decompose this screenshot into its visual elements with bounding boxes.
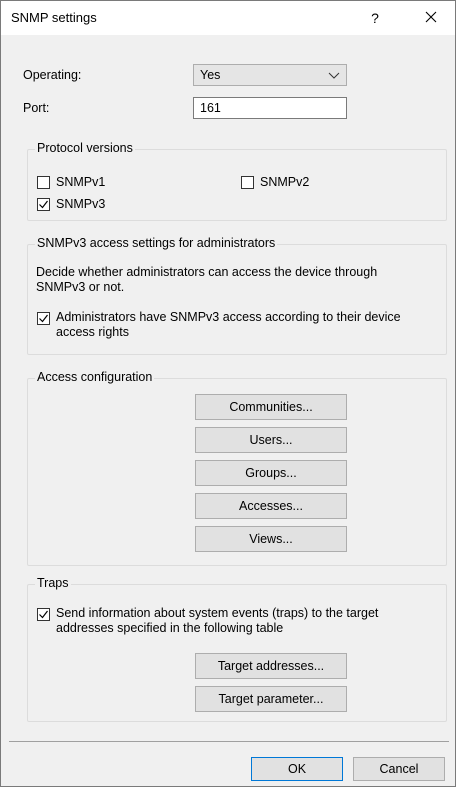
traps-checkbox-label: Send information about system events (tr… (56, 606, 379, 635)
groups-button[interactable]: Groups... (195, 460, 347, 486)
close-icon (425, 11, 437, 23)
window-title: SNMP settings (11, 10, 97, 25)
close-button[interactable] (413, 4, 449, 32)
traps-checkbox[interactable] (37, 608, 50, 621)
checkmark-icon (39, 200, 48, 209)
snmpv3-admin-title: SNMPv3 access settings for administrator… (35, 236, 278, 250)
snmp-settings-dialog: SNMP settings ? Operating: Yes Port: 161… (0, 0, 456, 787)
cancel-button[interactable]: Cancel (353, 757, 445, 781)
snmpv3-label: SNMPv3 (56, 197, 106, 211)
port-input[interactable]: 161 (193, 97, 347, 119)
snmpv3-admin-description: Decide whether administrators can access… (36, 265, 378, 294)
snmpv2-checkbox[interactable] (241, 176, 254, 189)
access-config-title: Access configuration (35, 370, 155, 384)
operating-value: Yes (200, 68, 221, 82)
snmpv1-checkbox[interactable] (37, 176, 50, 189)
checkmark-icon (39, 314, 48, 323)
accesses-button[interactable]: Accesses... (195, 493, 347, 519)
checkmark-icon (39, 610, 48, 619)
snmpv3-admin-checkbox-label: Administrators have SNMPv3 access accord… (56, 310, 401, 339)
port-label: Port: (23, 101, 50, 115)
target-parameter-button[interactable]: Target parameter... (195, 686, 347, 712)
ok-button[interactable]: OK (251, 757, 343, 781)
footer-separator (9, 741, 449, 742)
title-bar: SNMP settings ? (1, 1, 455, 35)
target-addresses-button[interactable]: Target addresses... (195, 653, 347, 679)
operating-label: Operating: (23, 68, 82, 82)
communities-button[interactable]: Communities... (195, 394, 347, 420)
protocol-versions-title: Protocol versions (35, 141, 135, 155)
operating-select[interactable]: Yes (193, 64, 347, 86)
chevron-down-icon (328, 72, 340, 79)
snmpv3-admin-checkbox[interactable] (37, 312, 50, 325)
users-button[interactable]: Users... (195, 427, 347, 453)
snmpv1-label: SNMPv1 (56, 175, 106, 189)
snmpv3-checkbox[interactable] (37, 198, 50, 211)
snmpv2-label: SNMPv2 (260, 175, 310, 189)
traps-title: Traps (35, 576, 71, 590)
help-button[interactable]: ? (357, 4, 393, 32)
views-button[interactable]: Views... (195, 526, 347, 552)
